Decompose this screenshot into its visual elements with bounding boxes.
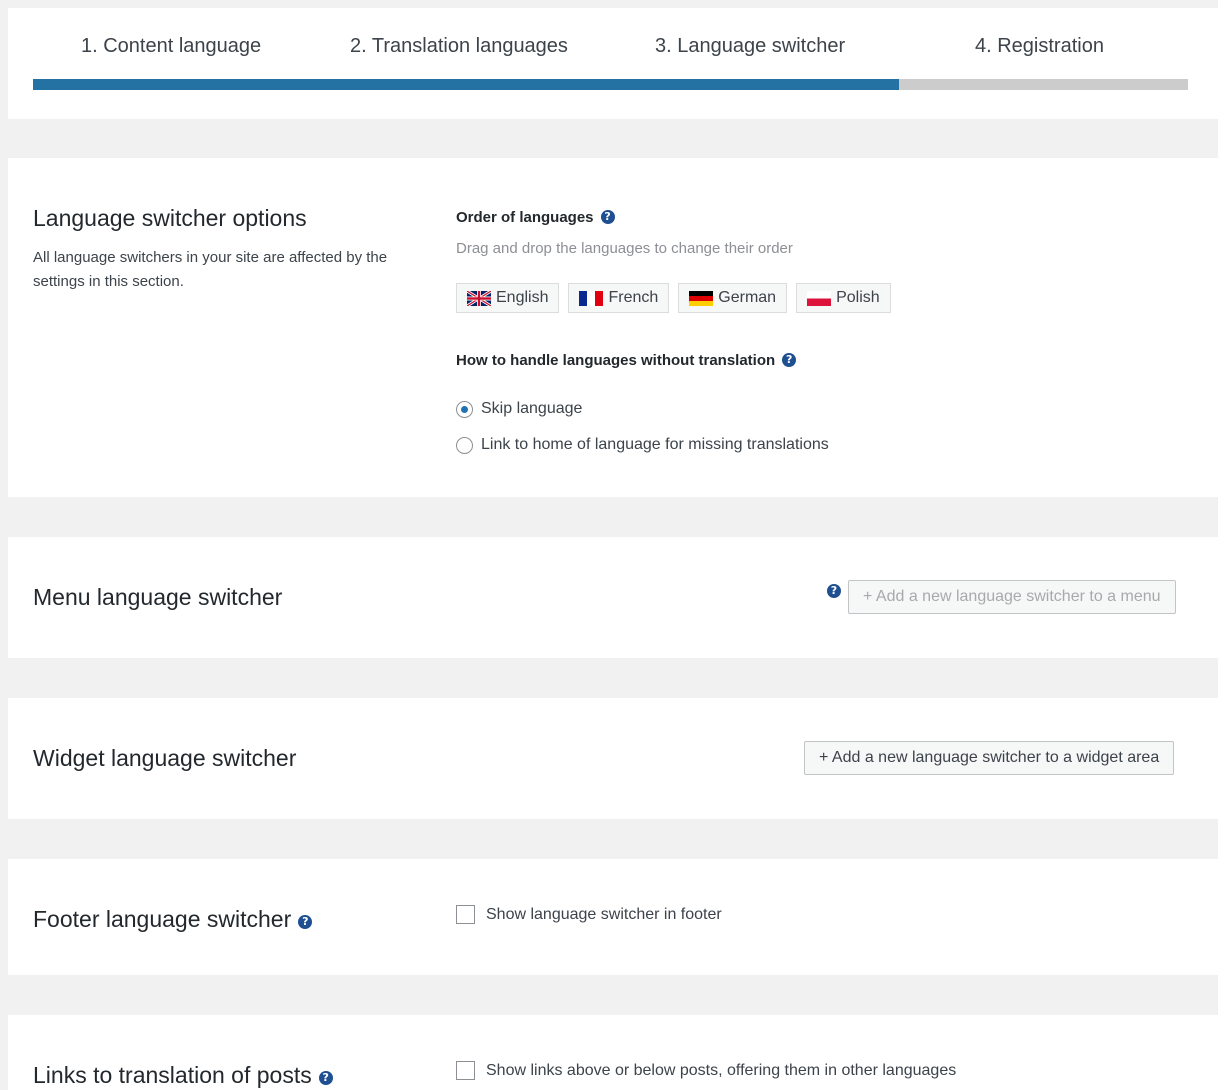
missing-translation-label: How to handle languages without translat… (456, 352, 776, 369)
wizard-steps-panel: 1. Content language 2. Translation langu… (8, 8, 1218, 119)
radio-button[interactable] (456, 400, 473, 418)
post-links-title: Links to translation of posts (33, 1062, 312, 1088)
question-mark-circle-icon[interactable]: ? (782, 353, 797, 367)
progress-fill (33, 79, 900, 90)
radio-label: Link to home of language for missing tra… (481, 436, 829, 453)
footer-title-row: Footer language switcher? (33, 906, 313, 933)
question-mark-circle-icon[interactable]: ? (827, 584, 841, 598)
step-translation-languages[interactable]: 2. Translation languages (350, 35, 568, 58)
language-name: English (496, 289, 549, 306)
uk-flag-icon (467, 290, 491, 306)
language-name: Polish (836, 289, 880, 306)
france-flag-icon (579, 290, 604, 306)
options-section: Language switcher options All language s… (8, 158, 1218, 497)
poland-flag-icon (807, 290, 832, 306)
radio-label: Skip language (481, 400, 583, 417)
question-mark-circle-icon[interactable]: ? (318, 1071, 333, 1085)
language-name: German (718, 289, 777, 306)
checkbox-label: Show links above or below posts, offerin… (486, 1061, 957, 1079)
language-order-list: English French German Polish (456, 283, 891, 313)
step-content-language[interactable]: 1. Content language (81, 35, 261, 58)
germany-flag-icon (689, 290, 714, 306)
menu-switcher-section: Menu language switcher ? + Add a new lan… (8, 537, 1218, 658)
radio-skip-language[interactable]: Skip language (456, 400, 582, 418)
footer-switcher-section: Footer language switcher? Show language … (8, 859, 1218, 975)
question-mark-circle-icon[interactable]: ? (600, 210, 615, 224)
menu-switcher-title: Menu language switcher (33, 584, 283, 610)
post-links-checkbox[interactable] (456, 1061, 475, 1080)
links-title-row: Links to translation of posts? (33, 1062, 333, 1089)
widget-switcher-section: Widget language switcher + Add a new lan… (8, 698, 1218, 819)
language-chip-polish[interactable]: Polish (796, 283, 891, 313)
widget-switcher-title: Widget language switcher (33, 745, 297, 771)
progress-track (33, 79, 1188, 90)
add-menu-switcher-button[interactable]: + Add a new language switcher to a menu (848, 580, 1176, 614)
checkbox-label: Show language switcher in footer (486, 905, 722, 923)
language-name: French (608, 289, 659, 306)
post-links-section: Links to translation of posts? Show link… (8, 1015, 1218, 1090)
radio-button[interactable] (456, 436, 473, 454)
missing-label-row: How to handle languages without translat… (456, 352, 797, 369)
step-language-switcher[interactable]: 3. Language switcher (655, 35, 845, 58)
question-mark-circle-icon[interactable]: ? (298, 915, 313, 929)
post-links-option[interactable]: Show links above or below posts, offerin… (456, 1061, 956, 1080)
footer-switcher-title: Footer language switcher (33, 906, 292, 932)
options-description: All language switchers in your site are … (33, 249, 388, 290)
wizard-container: 1. Content language 2. Translation langu… (8, 8, 1218, 1090)
add-widget-switcher-button[interactable]: + Add a new language switcher to a widge… (804, 741, 1175, 775)
order-hint: Drag and drop the languages to change th… (456, 240, 793, 257)
language-chip-english[interactable]: English (456, 283, 560, 313)
order-label: Order of languages (456, 209, 594, 226)
order-label-row: Order of languages? (456, 209, 615, 226)
footer-switcher-checkbox[interactable] (456, 905, 475, 924)
footer-switcher-option[interactable]: Show language switcher in footer (456, 905, 722, 924)
language-chip-german[interactable]: German (678, 283, 788, 313)
step-registration[interactable]: 4. Registration (975, 35, 1104, 58)
language-chip-french[interactable]: French (568, 283, 670, 313)
options-title: Language switcher options (33, 205, 307, 231)
radio-link-to-home[interactable]: Link to home of language for missing tra… (456, 436, 829, 454)
